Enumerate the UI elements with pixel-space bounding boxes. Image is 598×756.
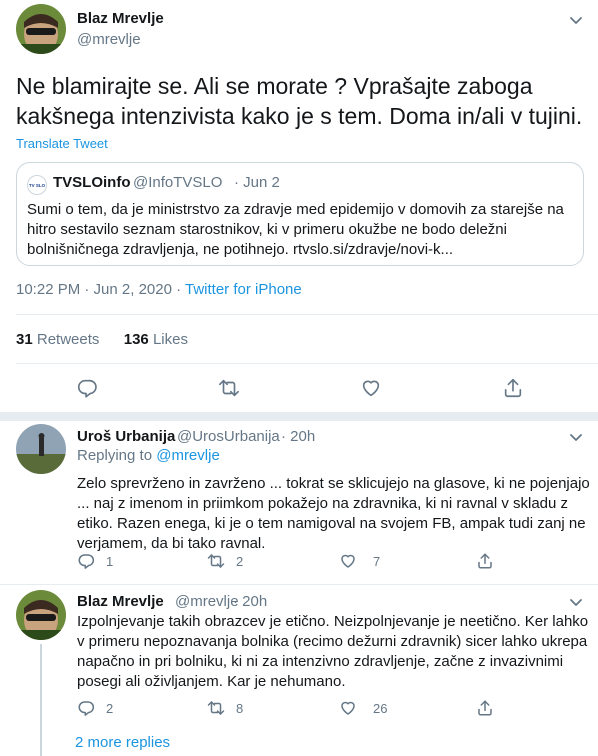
chevron-down-icon[interactable] [568, 429, 584, 445]
quote-avatar: TV SLO [27, 175, 47, 195]
divider [0, 584, 598, 585]
like-count: 7 [373, 553, 381, 569]
reply-author-handle[interactable]: @UrosUrbanija [177, 428, 280, 445]
more-replies-link[interactable]: 2 more replies [75, 734, 170, 751]
share-button[interactable] [502, 377, 524, 404]
quote-text-line: Sumi o tem, da je ministrstvo za zdravje… [27, 201, 564, 218]
share-icon [504, 378, 522, 398]
divider [16, 314, 598, 315]
engagement-stats: 31 Retweets 136 Likes [16, 331, 188, 348]
retweet-button[interactable]: 2 [207, 552, 243, 570]
tweet-client-link[interactable]: Twitter for iPhone [185, 281, 302, 298]
reply-button[interactable] [76, 377, 98, 404]
reply-text-line: Zelo sprevrženo in zavrženo ... tokrat s… [77, 475, 590, 492]
retweets-count: 31 [16, 331, 33, 348]
like-button[interactable]: 7 [339, 552, 380, 570]
divider [16, 363, 598, 364]
quote-logo-text: TV SLO [29, 183, 46, 188]
reply-text-line: napačno in pri bolniku, ki ni za intenzi… [77, 653, 564, 670]
avatar[interactable] [16, 424, 66, 474]
retweet-icon [207, 701, 225, 715]
reply-time[interactable]: · 20h [281, 428, 315, 445]
replying-to-label: Replying to [77, 447, 157, 464]
retweets-stat[interactable]: 31 Retweets [16, 331, 99, 348]
timestamp-row: 10:22 PM · Jun 2, 2020 · Twitter for iPh… [16, 281, 302, 298]
quote-text-line: hitro sestavilo seznam starostnikov, ki … [27, 221, 507, 238]
like-count: 26 [373, 700, 388, 716]
quote-author-handle: @InfoTVSLO [133, 174, 223, 191]
likes-count: 136 [123, 331, 149, 348]
tweet-timestamp[interactable]: 10:22 PM · Jun 2, 2020 · [16, 281, 185, 298]
quote-author-name: TVSLOinfo [53, 174, 131, 191]
reply-icon [77, 379, 97, 398]
like-button[interactable]: 26 [339, 699, 387, 717]
heart-icon [362, 380, 380, 397]
replying-to-handle[interactable]: @mrevlje [156, 447, 220, 464]
like-button[interactable] [360, 377, 382, 404]
translate-tweet-link[interactable]: Translate Tweet [16, 136, 108, 151]
reply-icon [78, 701, 95, 716]
heart-icon [341, 701, 355, 715]
reply-author-name[interactable]: Uroš Urbanija [77, 428, 175, 445]
chevron-down-icon[interactable] [568, 594, 584, 610]
author-handle[interactable]: @mrevlje [77, 31, 141, 48]
tweet-text-line: Ne blamirajte se. Ali se morate ? Vpraša… [16, 73, 533, 99]
reply-author-handle[interactable]: @mrevlje [175, 593, 239, 610]
share-button[interactable] [476, 699, 494, 717]
reply-text-line: v primeru nepoznavanja bolnika (recimo d… [77, 633, 588, 650]
heart-icon [341, 554, 355, 568]
thread-line [40, 644, 42, 756]
section-separator [0, 412, 598, 421]
reply-text-line: posegi ali oživljanjem. Kar je nehumano. [77, 673, 346, 690]
author-name[interactable]: Blaz Mrevlje [77, 10, 164, 27]
share-button[interactable] [476, 552, 494, 570]
reply-icon [78, 554, 95, 569]
retweet-icon [219, 379, 239, 397]
retweet-count: 8 [236, 700, 244, 716]
reply-count: 1 [106, 553, 114, 569]
likes-label: Likes [152, 331, 188, 348]
share-icon [478, 700, 492, 716]
reply-text-line: Izpolnjevanje takih obrazcev je etično. … [77, 613, 589, 630]
retweets-label: Retweets [36, 331, 100, 348]
reply-button[interactable]: 1 [77, 552, 113, 570]
reply-button[interactable]: 2 [77, 699, 113, 717]
retweet-button[interactable]: 8 [207, 699, 243, 717]
reply-text-line: etiko. Razen enega, ki je o tem namigova… [77, 515, 586, 532]
reply-time[interactable]: · 20h [233, 593, 267, 610]
retweet-icon [207, 554, 225, 568]
replying-to: Replying to @mrevlje [77, 447, 220, 464]
reply-text-line: ... naj z imenom in priimkom pokažejo na… [77, 495, 569, 512]
likes-stat[interactable]: 136 Likes [124, 331, 188, 348]
quote-date: · Jun 2 [234, 174, 280, 191]
tweet-text-line: kakšnega intenzivista kako je s tem. Dom… [16, 103, 583, 129]
retweet-button[interactable] [218, 377, 240, 404]
reply-author-name[interactable]: Blaz Mrevlje [77, 593, 164, 610]
retweet-count: 2 [236, 553, 244, 569]
reply-text-line: verjamem, da bi tako ravnal. [77, 535, 266, 552]
share-icon [478, 553, 492, 569]
avatar[interactable] [16, 4, 66, 54]
reply-count: 2 [106, 700, 114, 716]
quote-text-line: bolnišničnega zdravljenja, ne potihnejo.… [27, 241, 454, 258]
quoted-tweet[interactable]: TV SLO TVSLOinfo @InfoTVSLO · Jun 2 Sumi… [16, 162, 584, 266]
chevron-down-icon[interactable] [568, 12, 584, 28]
avatar[interactable] [16, 590, 66, 640]
